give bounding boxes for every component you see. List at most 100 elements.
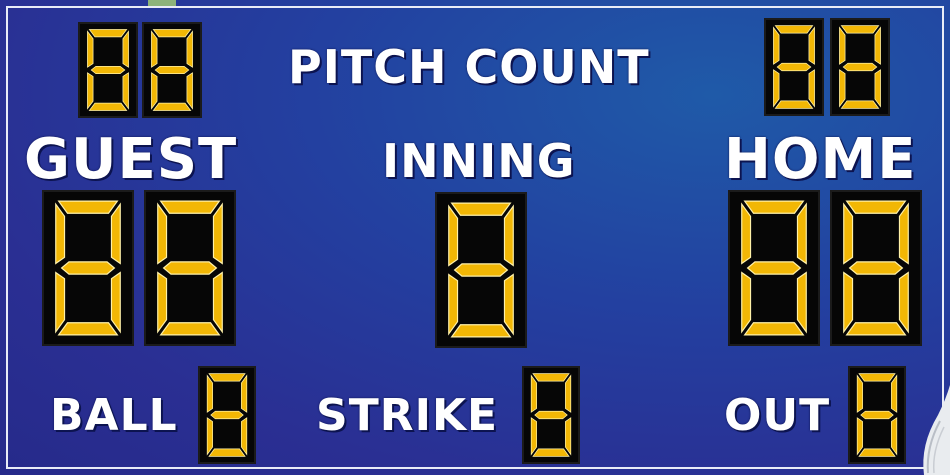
strike-label: STRIKE — [316, 390, 499, 441]
seg-b — [110, 202, 121, 265]
seg-c — [503, 273, 514, 336]
seg-f — [55, 202, 66, 265]
seg-a — [88, 29, 128, 38]
seg-e — [530, 417, 537, 456]
seg-d — [532, 448, 570, 457]
home-label: HOME — [724, 127, 917, 192]
strike-count-digit — [522, 366, 580, 464]
seg-f — [448, 204, 459, 267]
seg-d — [858, 448, 896, 457]
seg-e — [773, 69, 780, 108]
seg-g — [60, 261, 116, 275]
seg-e — [206, 417, 213, 456]
seg-d — [774, 100, 814, 109]
seg-c — [110, 271, 121, 334]
seg-c — [565, 417, 572, 456]
seg-a — [57, 200, 119, 214]
seg-a — [532, 373, 570, 382]
seg-d — [840, 100, 880, 109]
guest-pitch-count-tens-digit — [78, 22, 138, 118]
page-curl-graphic — [918, 385, 950, 475]
seg-g — [162, 261, 218, 275]
seg-g — [848, 261, 904, 275]
seg-f — [843, 202, 854, 265]
seg-a — [159, 200, 221, 214]
seg-f — [741, 202, 752, 265]
home-score-tens-digit — [728, 190, 820, 346]
out-count-digit — [848, 366, 906, 464]
seg-e — [151, 72, 158, 110]
seg-d — [450, 324, 512, 338]
seg-g — [154, 65, 190, 75]
seg-a — [450, 202, 512, 216]
seg-d — [159, 322, 221, 336]
seg-e — [55, 271, 66, 334]
seg-c — [891, 417, 898, 456]
seg-g — [534, 410, 568, 420]
home-pitch-count-ones-digit — [830, 18, 890, 116]
seg-e — [741, 271, 752, 334]
home-score-ones-digit — [830, 190, 922, 346]
home-pitch-count-tens-digit — [764, 18, 824, 116]
seg-b — [891, 374, 898, 413]
seg-e — [157, 271, 168, 334]
seg-a — [845, 200, 907, 214]
seg-d — [845, 322, 907, 336]
guest-score-ones-digit — [144, 190, 236, 346]
seg-e — [87, 72, 94, 110]
scoreboard: PITCH COUNT GUEST INNING HOME BALL STRIK… — [0, 0, 950, 475]
corner-tab — [148, 0, 176, 8]
seg-c — [186, 72, 193, 110]
seg-g — [746, 261, 802, 275]
seg-e — [843, 271, 854, 334]
ball-label: BALL — [50, 390, 178, 441]
seg-d — [57, 322, 119, 336]
out-label: OUT — [724, 390, 831, 441]
seg-g — [210, 410, 244, 420]
seg-d — [88, 102, 128, 111]
seg-g — [860, 410, 894, 420]
seg-c — [122, 72, 129, 110]
seg-g — [90, 65, 126, 75]
seg-g — [453, 263, 509, 277]
seg-a — [743, 200, 805, 214]
seg-b — [898, 202, 909, 265]
seg-b — [796, 202, 807, 265]
guest-score-tens-digit — [42, 190, 134, 346]
seg-a — [840, 25, 880, 34]
seg-f — [530, 374, 537, 413]
seg-g — [776, 62, 812, 72]
ball-count-digit — [198, 366, 256, 464]
seg-c — [241, 417, 248, 456]
seg-a — [774, 25, 814, 34]
seg-f — [773, 26, 780, 65]
seg-b — [565, 374, 572, 413]
seg-a — [208, 373, 246, 382]
seg-e — [856, 417, 863, 456]
seg-g — [842, 62, 878, 72]
seg-c — [898, 271, 909, 334]
seg-e — [448, 273, 459, 336]
seg-c — [808, 69, 815, 108]
seg-b — [503, 204, 514, 267]
seg-f — [87, 30, 94, 68]
seg-f — [151, 30, 158, 68]
guest-label: GUEST — [24, 127, 238, 192]
seg-f — [856, 374, 863, 413]
seg-b — [874, 26, 881, 65]
seg-f — [157, 202, 168, 265]
seg-a — [152, 29, 192, 38]
seg-e — [839, 69, 846, 108]
inning-label: INNING — [382, 134, 576, 188]
seg-b — [808, 26, 815, 65]
seg-d — [152, 102, 192, 111]
seg-b — [212, 202, 223, 265]
guest-pitch-count-ones-digit — [142, 22, 202, 118]
seg-a — [858, 373, 896, 382]
seg-c — [874, 69, 881, 108]
seg-b — [122, 30, 129, 68]
pitch-count-label: PITCH COUNT — [288, 40, 650, 94]
seg-c — [796, 271, 807, 334]
inning-digit — [435, 192, 527, 348]
seg-b — [186, 30, 193, 68]
